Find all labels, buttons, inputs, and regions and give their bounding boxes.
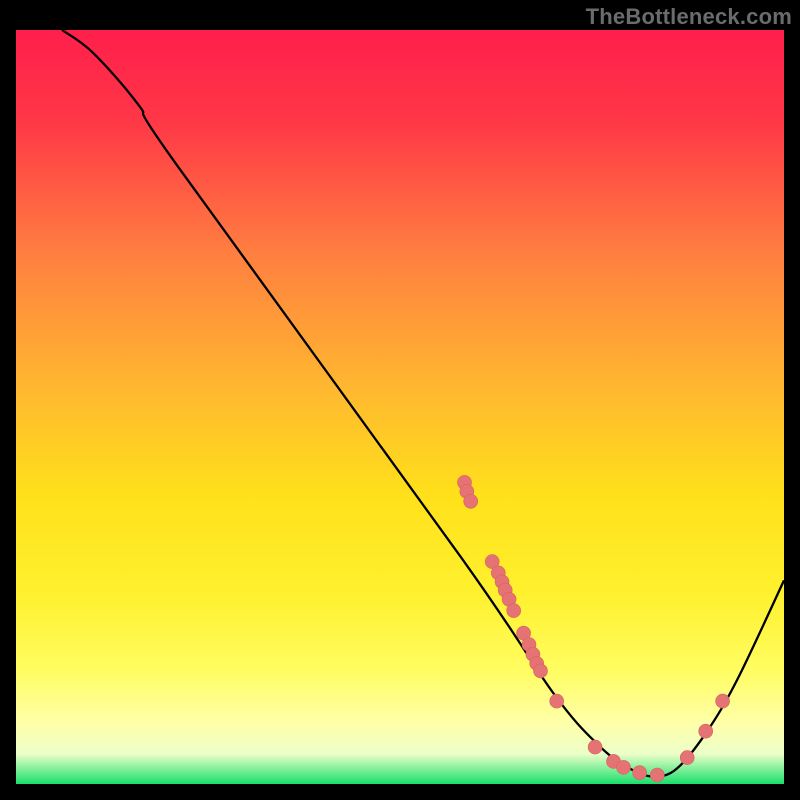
data-point xyxy=(534,664,548,678)
data-point xyxy=(699,724,713,738)
attribution-text: TheBottleneck.com xyxy=(586,4,792,30)
data-point xyxy=(650,768,664,782)
data-point xyxy=(464,494,478,508)
bottleneck-curve xyxy=(16,30,784,784)
data-point xyxy=(680,751,694,765)
chart-area xyxy=(16,30,784,784)
data-point xyxy=(716,694,730,708)
data-point xyxy=(588,740,602,754)
data-point xyxy=(617,760,631,774)
bottleneck-curve-path xyxy=(62,30,784,777)
data-point xyxy=(633,766,647,780)
chart-frame xyxy=(16,30,784,784)
data-point xyxy=(507,604,521,618)
data-point xyxy=(550,694,564,708)
